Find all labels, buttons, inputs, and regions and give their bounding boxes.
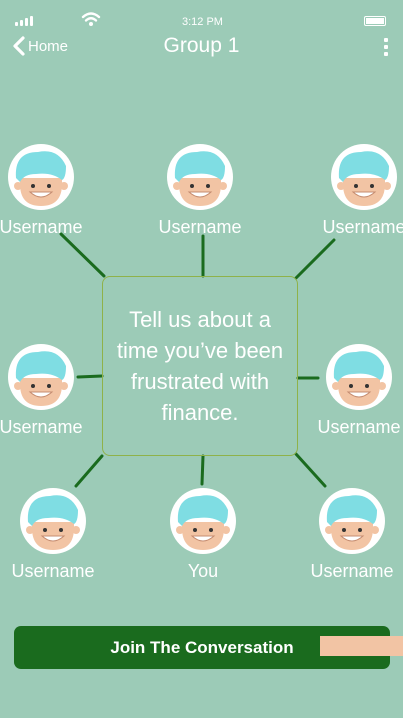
participant-username-1[interactable]: Username <box>0 144 87 238</box>
participant-username-5[interactable]: Username <box>313 344 403 438</box>
participant-username-2[interactable]: Username <box>154 144 246 238</box>
participant-username-6[interactable]: Username <box>7 488 99 582</box>
avatar <box>170 488 236 554</box>
discussion-prompt: Tell us about a time you’ve been frustra… <box>116 307 284 425</box>
participant-name: Username <box>0 217 83 237</box>
avatar-face-icon <box>14 151 68 206</box>
participant-name: Username <box>322 217 403 237</box>
connector-line <box>294 238 336 280</box>
connector-line <box>200 454 205 486</box>
avatar <box>20 488 86 554</box>
avatar-face-icon <box>26 495 80 550</box>
decorative-tab <box>320 636 403 656</box>
avatar <box>167 144 233 210</box>
avatar-face-icon <box>176 495 230 550</box>
connector-line <box>59 232 106 278</box>
avatar <box>319 488 385 554</box>
participant-name: Username <box>310 561 394 581</box>
avatar <box>8 344 74 410</box>
avatar-face-icon <box>173 151 227 206</box>
connector-line <box>294 452 327 488</box>
connector-line <box>74 454 104 488</box>
participant-username-7[interactable]: Username <box>306 488 398 582</box>
participant-name: Username <box>0 417 83 437</box>
avatar <box>8 144 74 210</box>
avatar-face-icon <box>337 151 391 206</box>
participant-name: Username <box>11 561 95 581</box>
avatar-face-icon <box>332 351 386 406</box>
avatar-face-icon <box>14 351 68 406</box>
join-conversation-label: Join The Conversation <box>110 637 294 657</box>
avatar <box>326 344 392 410</box>
participant-username-3[interactable]: Username <box>318 144 403 238</box>
participant-name: Username <box>158 217 242 237</box>
avatar <box>331 144 397 210</box>
participant-username-4[interactable]: Username <box>0 344 87 438</box>
participant-name: Username <box>317 417 401 437</box>
participant-you[interactable]: You <box>157 488 249 582</box>
participant-name: You <box>187 561 219 581</box>
discussion-prompt-card: Tell us about a time you’ve been frustra… <box>102 276 298 456</box>
avatar-face-icon <box>325 495 379 550</box>
